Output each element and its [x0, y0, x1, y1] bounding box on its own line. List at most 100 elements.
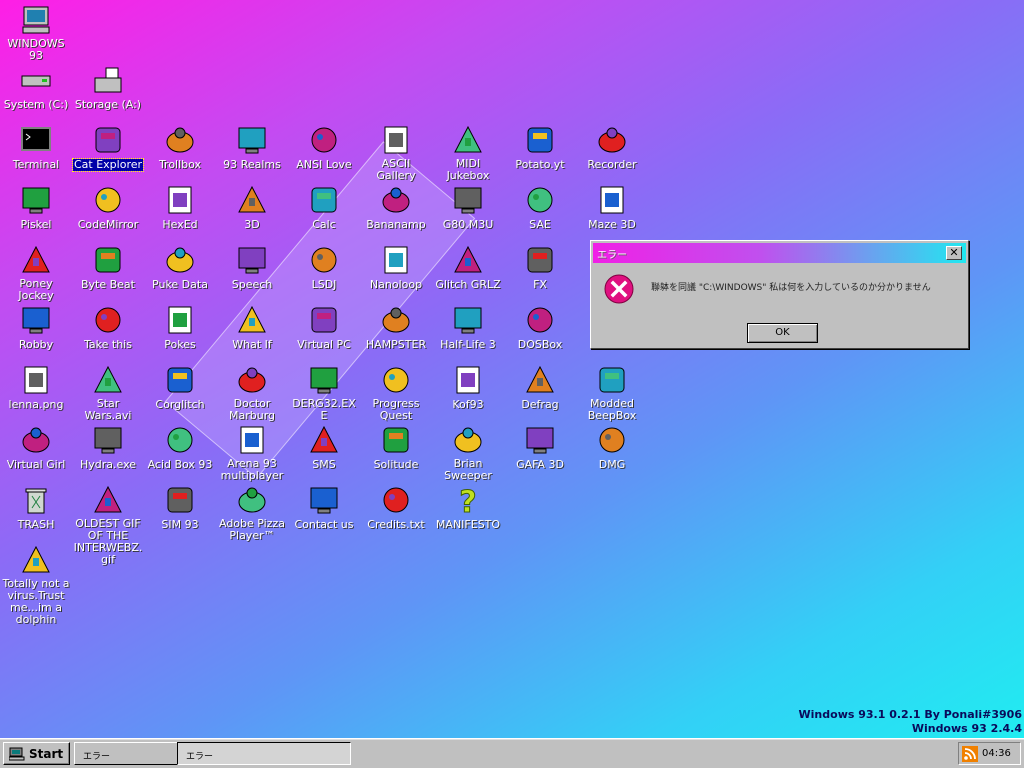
desktop-icon-system-c[interactable]: System (C:): [0, 64, 72, 111]
desktop-icon-recorder[interactable]: Recorder: [576, 124, 648, 171]
desktop-icon-credits[interactable]: Credits.txt: [360, 484, 432, 531]
desktop-icon-calc[interactable]: Calc: [288, 184, 360, 231]
desktop-icon-label: Contact us: [294, 518, 354, 531]
take-this-icon: [92, 304, 124, 336]
desktop-icon-what-if[interactable]: What If: [216, 304, 288, 351]
desktop-icon-beepbox[interactable]: Modded BeepBox: [576, 364, 648, 422]
desktop-icon-label: ANSI Love: [296, 158, 352, 171]
desktop-icon-hampster[interactable]: HAMPSTER: [360, 304, 432, 351]
desktop-icon-speech[interactable]: Speech: [216, 244, 288, 291]
desktop-icon-midi-jukebox[interactable]: MIDI Jukebox: [432, 124, 504, 182]
desktop-icon-pokes[interactable]: Pokes: [144, 304, 216, 351]
desktop-icon-lsdj[interactable]: LSDJ: [288, 244, 360, 291]
desktop-icon-label: SMS: [312, 458, 336, 471]
desktop-icon-corglitch[interactable]: Corglitch: [144, 364, 216, 411]
desktop-icon-pizza-player[interactable]: Adobe Pizza Player™: [216, 484, 288, 542]
desktop[interactable]: WINDOWS 93 System (C:) Storage (A:) Termina…: [0, 0, 1024, 738]
desktop-icon-virtual-pc[interactable]: Virtual PC: [288, 304, 360, 351]
arena-icon: [236, 424, 268, 456]
desktop-icon-progress-quest[interactable]: Progress Quest: [360, 364, 432, 422]
desktop-icon-label: Storage (A:): [74, 98, 142, 111]
dmg-icon: [596, 424, 628, 456]
desktop-icon-piskel[interactable]: Piskel: [0, 184, 72, 231]
manifesto-icon: ?: [452, 484, 484, 517]
desktop-icon-star-wars[interactable]: Star Wars.avi: [72, 364, 144, 422]
desktop-icon-acid-box[interactable]: Acid Box 93: [144, 424, 216, 471]
desktop-icon-dosbox[interactable]: DOSBox: [504, 304, 576, 351]
system-tray: 04:36: [958, 742, 1021, 765]
desktop-icon-dolphin[interactable]: Totally not a virus.Trust me...im a dolp…: [0, 544, 72, 626]
robby-icon: [20, 304, 52, 336]
acid-box-icon: [164, 424, 196, 456]
desktop-icon-oldest-gif[interactable]: OLDEST GIF OF THE INTERWEBZ.gif: [72, 484, 144, 566]
desktop-icon-maze-3d[interactable]: Maze 3D: [576, 184, 648, 231]
desktop-icon-cat-explorer[interactable]: Cat Explorer: [71, 124, 145, 172]
desktop-icon-fx[interactable]: FX: [504, 244, 576, 291]
close-icon: ✕: [949, 246, 959, 259]
desktop-icon-label: SIM 93: [161, 518, 199, 531]
dialog-titlebar[interactable]: エラー ✕: [593, 243, 966, 263]
desktop-icon-potato[interactable]: Potato.yt: [504, 124, 576, 171]
task-button-2[interactable]: エラー: [177, 742, 351, 765]
desktop-icon-gafa-3d[interactable]: GAFA 3D: [504, 424, 576, 471]
start-button[interactable]: Start: [3, 742, 70, 765]
desktop-icon-codemirror[interactable]: CodeMirror: [72, 184, 144, 231]
desktop-icon-arena[interactable]: Arena 93 multiplayer: [216, 424, 288, 482]
desktop-icon-label: Modded BeepBox: [587, 397, 637, 422]
desktop-icon-virtual-girl[interactable]: Virtual Girl: [0, 424, 72, 471]
desktop-icon-hydra[interactable]: Hydra.exe: [72, 424, 144, 471]
desktop-icon-label: OLDEST GIF OF THE INTERWEBZ.gif: [73, 517, 143, 566]
pokes-icon: [164, 304, 196, 336]
desktop-icon-trash[interactable]: TRASH: [0, 484, 72, 531]
codemirror-icon: [92, 184, 124, 216]
desktop-icon-derg[interactable]: DERG32.EXE: [288, 364, 360, 422]
desktop-icon-sae[interactable]: SAE: [504, 184, 576, 231]
teapot-3d-icon: [236, 184, 268, 216]
desktop-icon-playlist[interactable]: G80.M3U: [432, 184, 504, 231]
desktop-icon-brian-sweeper[interactable]: Brian Sweeper: [432, 424, 504, 482]
desktop-icon-label: lenna.png: [8, 398, 64, 411]
desktop-icon-terminal[interactable]: Terminal: [0, 124, 72, 171]
desktop-icon-windows93[interactable]: WINDOWS 93: [0, 4, 72, 62]
corglitch-icon: [164, 364, 196, 396]
desktop-icon-kof[interactable]: Kof93: [432, 364, 504, 411]
desktop-icon-sim93[interactable]: SIM 93: [144, 484, 216, 531]
desktop-icon-robby[interactable]: Robby: [0, 304, 72, 351]
desktop-icon-take-this[interactable]: Take this: [72, 304, 144, 351]
desktop-icon-label: Potato.yt: [515, 158, 565, 171]
desktop-icon-bananamp[interactable]: Bananamp: [360, 184, 432, 231]
desktop-icon-label: Trollbox: [158, 158, 202, 171]
desktop-icon-manifesto[interactable]: ? MANIFESTO: [432, 484, 504, 531]
desktop-icon-solitude[interactable]: Solitude: [360, 424, 432, 471]
desktop-icon-defrag[interactable]: Defrag: [504, 364, 576, 411]
desktop-icon-trollbox[interactable]: Trollbox: [144, 124, 216, 171]
desktop-icon-glitch-grlz[interactable]: Glitch GRLZ: [432, 244, 504, 291]
desktop-icon-poney-jockey[interactable]: Poney Jockey: [0, 244, 72, 302]
sim93-icon: [164, 484, 196, 516]
desktop-icon-dmg[interactable]: DMG: [576, 424, 648, 471]
desktop-icon-contact[interactable]: Contact us: [288, 484, 360, 531]
close-button[interactable]: ✕: [946, 246, 962, 260]
desktop-icon-doctor-marburg[interactable]: Doctor Marburg: [216, 364, 288, 422]
rss-icon[interactable]: [962, 745, 978, 762]
dialog-title: エラー: [597, 249, 627, 261]
credits-icon: [380, 484, 412, 516]
task-label: エラー: [83, 752, 111, 762]
ok-button[interactable]: OK: [747, 323, 818, 343]
desktop-icon-byte-beat[interactable]: Byte Beat: [72, 244, 144, 291]
desktop-icon-ansi-love[interactable]: ANSI Love: [288, 124, 360, 171]
desktop-icon-realms[interactable]: 93 Realms: [216, 124, 288, 171]
oldest-gif-icon: [92, 484, 124, 516]
desktop-icon-hexed[interactable]: HexEd: [144, 184, 216, 231]
desktop-icon-puke-data[interactable]: Puke Data: [144, 244, 216, 291]
desktop-icon-nanoloop[interactable]: Nanoloop: [360, 244, 432, 291]
desktop-icon-label: DERG32.EXE: [292, 397, 356, 422]
desktop-icon-lenna[interactable]: lenna.png: [0, 364, 72, 411]
taskbar: Start エラー エラー 04:36: [0, 738, 1024, 768]
desktop-icon-half-life[interactable]: Half-Life 3: [432, 304, 504, 351]
desktop-icon-storage-a[interactable]: Storage (A:): [72, 64, 144, 111]
half-life-icon: [452, 304, 484, 336]
desktop-icon-sms[interactable]: SMS: [288, 424, 360, 471]
desktop-icon-teapot-3d[interactable]: 3D: [216, 184, 288, 231]
desktop-icon-ascii-gallery[interactable]: ASCII Gallery: [360, 124, 432, 182]
